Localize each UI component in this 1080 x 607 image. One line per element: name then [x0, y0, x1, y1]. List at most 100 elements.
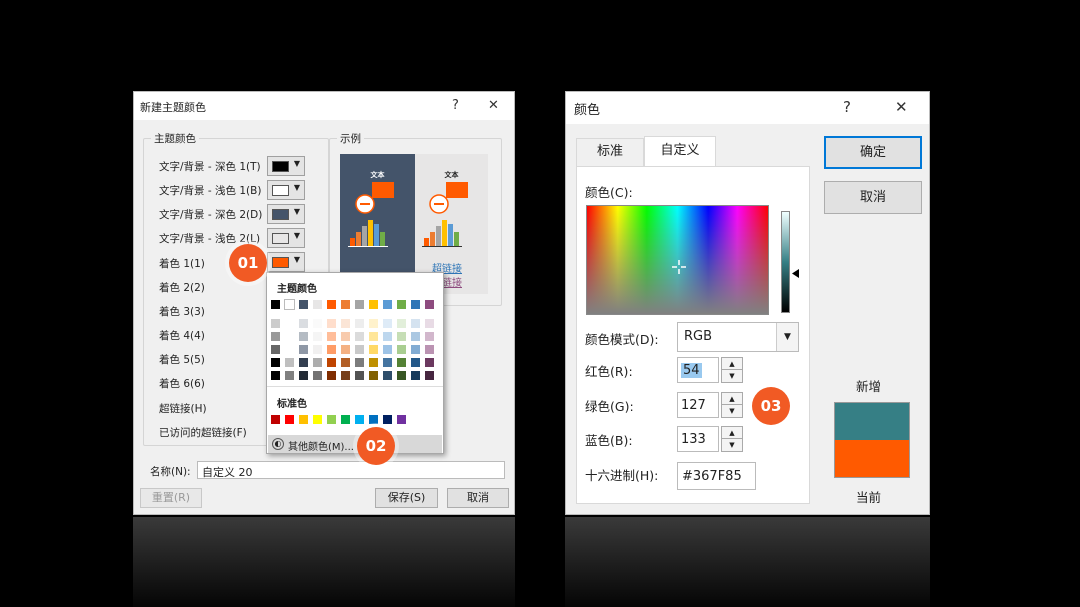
luminance-slider[interactable]	[781, 211, 790, 313]
green-input[interactable]: 127	[677, 392, 719, 418]
dark1-color-button[interactable]: ▼	[267, 156, 305, 176]
theme-color-swatch[interactable]	[284, 299, 295, 310]
theme-tint-swatch[interactable]	[355, 358, 364, 367]
theme-tint-swatch[interactable]	[355, 371, 364, 380]
theme-tint-swatch[interactable]	[271, 371, 280, 380]
light1-color-button[interactable]: ▼	[267, 180, 305, 200]
theme-color-swatch[interactable]	[341, 300, 350, 309]
reset-button[interactable]: 重置(R)	[140, 488, 202, 508]
theme-tint-swatch[interactable]	[425, 345, 434, 354]
blue-input[interactable]: 133	[677, 426, 719, 452]
standard-color-swatch[interactable]	[341, 415, 350, 424]
tab-custom[interactable]: 自定义	[644, 136, 716, 167]
theme-tint-swatch[interactable]	[369, 332, 378, 341]
chevron-down-icon[interactable]: ▼	[722, 370, 742, 382]
theme-tint-swatch[interactable]	[397, 332, 406, 341]
theme-tint-swatch[interactable]	[313, 371, 322, 380]
theme-tint-swatch[interactable]	[355, 332, 364, 341]
theme-tint-swatch[interactable]	[411, 319, 420, 328]
theme-tint-swatch[interactable]	[411, 332, 420, 341]
theme-tint-swatch[interactable]	[299, 345, 308, 354]
close-icon[interactable]: ✕	[488, 98, 499, 113]
theme-tint-swatch[interactable]	[313, 319, 322, 328]
standard-color-swatch[interactable]	[397, 415, 406, 424]
green-stepper[interactable]: ▲ ▼	[721, 392, 743, 418]
standard-color-swatch[interactable]	[313, 415, 322, 424]
light2-color-button[interactable]: ▼	[267, 228, 305, 248]
theme-tint-swatch[interactable]	[285, 332, 294, 341]
ok-button[interactable]: 确定	[824, 136, 922, 169]
slider-arrow-icon[interactable]	[792, 269, 799, 278]
theme-tint-swatch[interactable]	[299, 371, 308, 380]
theme-tint-swatch[interactable]	[369, 319, 378, 328]
standard-color-swatch[interactable]	[355, 415, 364, 424]
theme-tint-swatch[interactable]	[341, 345, 350, 354]
theme-tint-swatch[interactable]	[369, 358, 378, 367]
help-button[interactable]: ?	[452, 98, 459, 113]
theme-tint-swatch[interactable]	[383, 332, 392, 341]
theme-tint-swatch[interactable]	[313, 358, 322, 367]
theme-tint-swatch[interactable]	[327, 319, 336, 328]
theme-color-swatch[interactable]	[397, 300, 406, 309]
theme-tint-swatch[interactable]	[397, 358, 406, 367]
theme-tint-swatch[interactable]	[299, 332, 308, 341]
theme-tint-swatch[interactable]	[285, 319, 294, 328]
chevron-up-icon[interactable]: ▲	[722, 427, 742, 439]
theme-tint-swatch[interactable]	[313, 345, 322, 354]
standard-color-swatch[interactable]	[327, 415, 336, 424]
theme-tint-swatch[interactable]	[313, 332, 322, 341]
theme-tint-swatch[interactable]	[341, 358, 350, 367]
theme-tint-swatch[interactable]	[327, 345, 336, 354]
name-input[interactable]: 自定义 20	[197, 461, 505, 479]
theme-tint-swatch[interactable]	[285, 345, 294, 354]
theme-tint-swatch[interactable]	[299, 319, 308, 328]
save-button[interactable]: 保存(S)	[375, 488, 438, 508]
tab-standard[interactable]: 标准	[576, 138, 644, 166]
theme-tint-swatch[interactable]	[397, 371, 406, 380]
theme-tint-swatch[interactable]	[411, 345, 420, 354]
chevron-down-icon[interactable]: ▼	[722, 439, 742, 451]
cancel-button[interactable]: 取消	[824, 181, 922, 214]
theme-tint-swatch[interactable]	[299, 358, 308, 367]
standard-color-swatch[interactable]	[299, 415, 308, 424]
theme-color-swatch[interactable]	[425, 300, 434, 309]
theme-tint-swatch[interactable]	[327, 332, 336, 341]
theme-tint-swatch[interactable]	[425, 332, 434, 341]
theme-tint-swatch[interactable]	[383, 371, 392, 380]
theme-tint-swatch[interactable]	[285, 371, 294, 380]
help-button[interactable]: ?	[843, 98, 851, 116]
theme-tint-swatch[interactable]	[425, 371, 434, 380]
hex-input[interactable]: #367F85	[677, 462, 756, 490]
chevron-up-icon[interactable]: ▲	[722, 393, 742, 405]
theme-tint-swatch[interactable]	[425, 358, 434, 367]
theme-color-swatch[interactable]	[313, 300, 322, 309]
accent1-color-button[interactable]: ▼	[267, 252, 305, 272]
theme-tint-swatch[interactable]	[411, 358, 420, 367]
more-colors-button[interactable]: ◐ 其他颜色(M)...	[268, 435, 442, 453]
theme-tint-swatch[interactable]	[271, 345, 280, 354]
cancel-button[interactable]: 取消	[447, 488, 509, 508]
blue-stepper[interactable]: ▲ ▼	[721, 426, 743, 452]
theme-tint-swatch[interactable]	[355, 345, 364, 354]
theme-tint-swatch[interactable]	[397, 345, 406, 354]
red-input[interactable]: 54	[677, 357, 719, 383]
theme-color-swatch[interactable]	[271, 300, 280, 309]
chevron-up-icon[interactable]: ▲	[722, 358, 742, 370]
theme-color-swatch[interactable]	[383, 300, 392, 309]
theme-tint-swatch[interactable]	[411, 371, 420, 380]
standard-color-swatch[interactable]	[285, 415, 294, 424]
theme-tint-swatch[interactable]	[383, 358, 392, 367]
theme-tint-swatch[interactable]	[425, 319, 434, 328]
theme-tint-swatch[interactable]	[341, 319, 350, 328]
theme-tint-swatch[interactable]	[383, 319, 392, 328]
theme-color-swatch[interactable]	[355, 300, 364, 309]
theme-tint-swatch[interactable]	[271, 319, 280, 328]
standard-color-swatch[interactable]	[271, 415, 280, 424]
close-icon[interactable]: ✕	[895, 98, 908, 116]
standard-color-swatch[interactable]	[383, 415, 392, 424]
dark2-color-button[interactable]: ▼	[267, 204, 305, 224]
theme-tint-swatch[interactable]	[327, 358, 336, 367]
theme-color-swatch[interactable]	[299, 300, 308, 309]
theme-color-swatch[interactable]	[327, 300, 336, 309]
theme-color-swatch[interactable]	[369, 300, 378, 309]
